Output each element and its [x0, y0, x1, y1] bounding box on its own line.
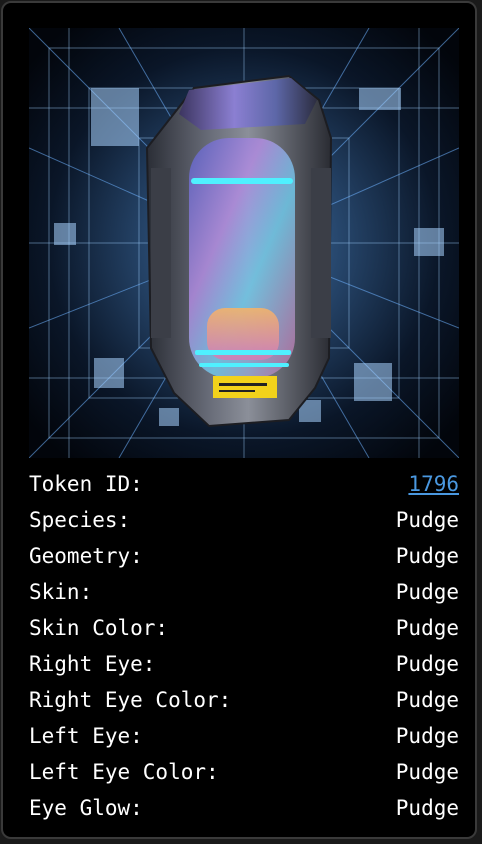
trait-value: Pudge	[395, 544, 459, 568]
trait-row-skin: Skin: Pudge	[29, 574, 459, 610]
trait-row-right-eye: Right Eye: Pudge	[29, 646, 459, 682]
trait-row-skin-color: Skin Color: Pudge	[29, 610, 459, 646]
trait-label: Skin Color:	[29, 616, 169, 640]
trait-value: Pudge	[395, 796, 459, 820]
trait-row-species: Species: Pudge	[29, 502, 459, 538]
trait-row-right-eye-color: Right Eye Color: Pudge	[29, 682, 459, 718]
token-id-label: Token ID:	[29, 472, 143, 496]
trait-label: Eye Glow:	[29, 796, 143, 820]
token-id-row: Token ID: 1796	[29, 466, 459, 502]
trait-value: Pudge	[395, 760, 459, 784]
trait-row-eye-glow: Eye Glow: Pudge	[29, 790, 459, 826]
trait-label: Skin:	[29, 580, 93, 604]
trait-row-left-eye: Left Eye: Pudge	[29, 718, 459, 754]
token-id-link[interactable]: 1796	[408, 472, 459, 496]
trait-value: Pudge	[395, 580, 459, 604]
token-card: Token ID: 1796 Species: Pudge Geometry: …	[1, 1, 477, 839]
trait-label: Species:	[29, 508, 131, 532]
capsule-artwork	[29, 28, 459, 458]
token-attributes: Token ID: 1796 Species: Pudge Geometry: …	[29, 466, 459, 826]
trait-label: Right Eye Color:	[29, 688, 232, 712]
trait-label: Right Eye:	[29, 652, 156, 676]
trait-value: Pudge	[395, 616, 459, 640]
trait-value: Pudge	[395, 652, 459, 676]
trait-label: Left Eye:	[29, 724, 143, 748]
trait-row-geometry: Geometry: Pudge	[29, 538, 459, 574]
trait-value: Pudge	[395, 688, 459, 712]
trait-label: Geometry:	[29, 544, 143, 568]
trait-row-left-eye-color: Left Eye Color: Pudge	[29, 754, 459, 790]
trait-label: Left Eye Color:	[29, 760, 219, 784]
trait-value: Pudge	[395, 724, 459, 748]
trait-value: Pudge	[395, 508, 459, 532]
